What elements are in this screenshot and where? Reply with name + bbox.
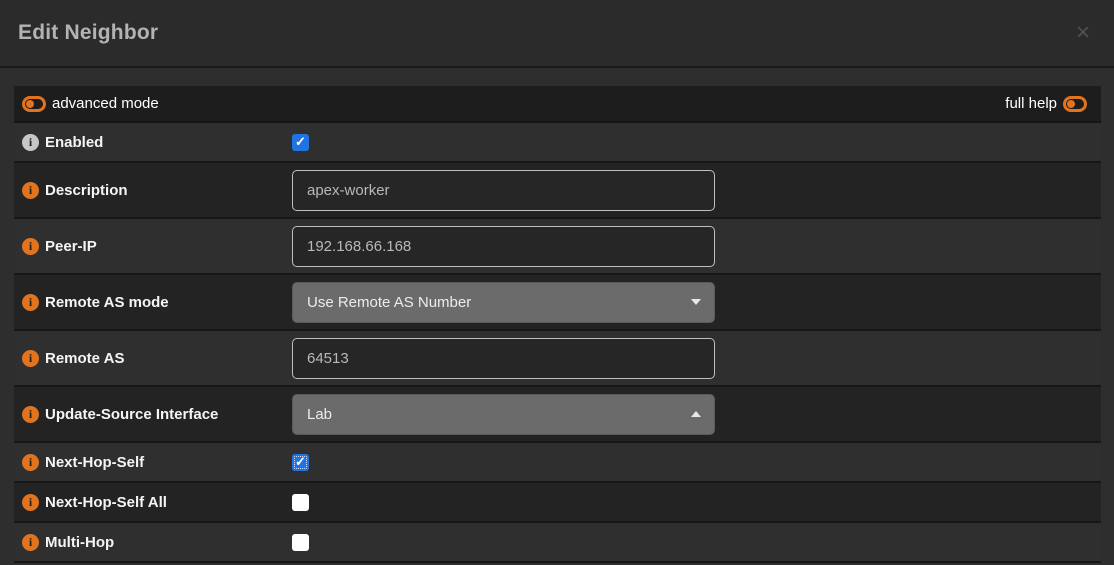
next-hop-self-all-checkbox[interactable] <box>292 494 309 511</box>
label-cell: i Next-Hop-Self All <box>14 494 292 511</box>
info-icon[interactable]: i <box>22 238 39 255</box>
modal-header: Edit Neighbor × <box>0 0 1114 68</box>
modal-body: advanced mode full help i Enabled ✓ i Descri… <box>0 68 1114 563</box>
advanced-mode-label: advanced mode <box>52 95 159 112</box>
label-cell: i Remote AS <box>14 350 292 367</box>
field-label: Next-Hop-Self <box>45 454 144 471</box>
control-cell: ✓ <box>292 134 1101 151</box>
form-row-next-hop-self: i Next-Hop-Self ✓ <box>14 443 1101 483</box>
control-cell: Use Remote AS Number <box>292 282 1101 323</box>
form-row-enabled: i Enabled ✓ <box>14 123 1101 163</box>
info-icon[interactable]: i <box>22 406 39 423</box>
close-icon[interactable]: × <box>1076 21 1090 45</box>
options-bar: advanced mode full help <box>14 86 1101 123</box>
form-row-next-hop-self-all: i Next-Hop-Self All <box>14 483 1101 523</box>
select-value: Use Remote AS Number <box>307 294 471 311</box>
form-row-description: i Description <box>14 163 1101 219</box>
info-icon[interactable]: i <box>22 294 39 311</box>
form-row-remote-as-mode: i Remote AS mode Use Remote AS Number <box>14 275 1101 331</box>
multi-hop-checkbox[interactable] <box>292 534 309 551</box>
select-value: Lab <box>307 406 332 423</box>
control-cell <box>292 338 1101 379</box>
label-cell: i Remote AS mode <box>14 294 292 311</box>
checkmark-icon: ✓ <box>295 135 306 148</box>
next-hop-self-checkbox[interactable]: ✓ <box>292 454 309 471</box>
form-row-peer-ip: i Peer-IP <box>14 219 1101 275</box>
label-cell: i Peer-IP <box>14 238 292 255</box>
caret-down-icon <box>691 299 701 305</box>
checkmark-icon: ✓ <box>295 455 306 468</box>
field-label: Multi-Hop <box>45 534 114 551</box>
label-cell: i Multi-Hop <box>14 534 292 551</box>
info-icon[interactable]: i <box>22 182 39 199</box>
field-label: Peer-IP <box>45 238 97 255</box>
advanced-mode-toggle[interactable]: advanced mode <box>22 95 159 112</box>
label-cell: i Next-Hop-Self <box>14 454 292 471</box>
field-label: Description <box>45 182 128 199</box>
label-cell: i Description <box>14 182 292 199</box>
caret-up-icon <box>691 411 701 417</box>
info-icon[interactable]: i <box>22 454 39 471</box>
control-cell <box>292 494 1101 511</box>
toggle-off-icon <box>1063 96 1087 112</box>
remote-as-mode-select[interactable]: Use Remote AS Number <box>292 282 715 323</box>
field-label: Update-Source Interface <box>45 406 218 423</box>
control-cell: Lab <box>292 394 1101 435</box>
form-row-update-source-interface: i Update-Source Interface Lab <box>14 387 1101 443</box>
label-cell: i Enabled <box>14 134 292 151</box>
control-cell <box>292 170 1101 211</box>
peer-ip-input[interactable] <box>292 226 715 267</box>
form-table: i Enabled ✓ i Description i Peer-IP i Remote AS … <box>14 123 1101 563</box>
form-row-multi-hop: i Multi-Hop <box>14 523 1101 563</box>
field-label: Remote AS mode <box>45 294 169 311</box>
remote-as-input[interactable] <box>292 338 715 379</box>
control-cell <box>292 534 1101 551</box>
info-icon[interactable]: i <box>22 134 39 151</box>
field-label: Next-Hop-Self All <box>45 494 167 511</box>
control-cell: ✓ <box>292 454 1101 471</box>
description-input[interactable] <box>292 170 715 211</box>
control-cell <box>292 226 1101 267</box>
toggle-off-icon <box>22 96 46 112</box>
full-help-toggle[interactable]: full help <box>1005 95 1087 112</box>
info-icon[interactable]: i <box>22 350 39 367</box>
info-icon[interactable]: i <box>22 494 39 511</box>
field-label: Remote AS <box>45 350 124 367</box>
form-row-remote-as: i Remote AS <box>14 331 1101 387</box>
field-label: Enabled <box>45 134 103 151</box>
label-cell: i Update-Source Interface <box>14 406 292 423</box>
modal-title: Edit Neighbor <box>18 21 158 45</box>
update-source-interface-select[interactable]: Lab <box>292 394 715 435</box>
enabled-checkbox[interactable]: ✓ <box>292 134 309 151</box>
full-help-label: full help <box>1005 95 1057 112</box>
info-icon[interactable]: i <box>22 534 39 551</box>
